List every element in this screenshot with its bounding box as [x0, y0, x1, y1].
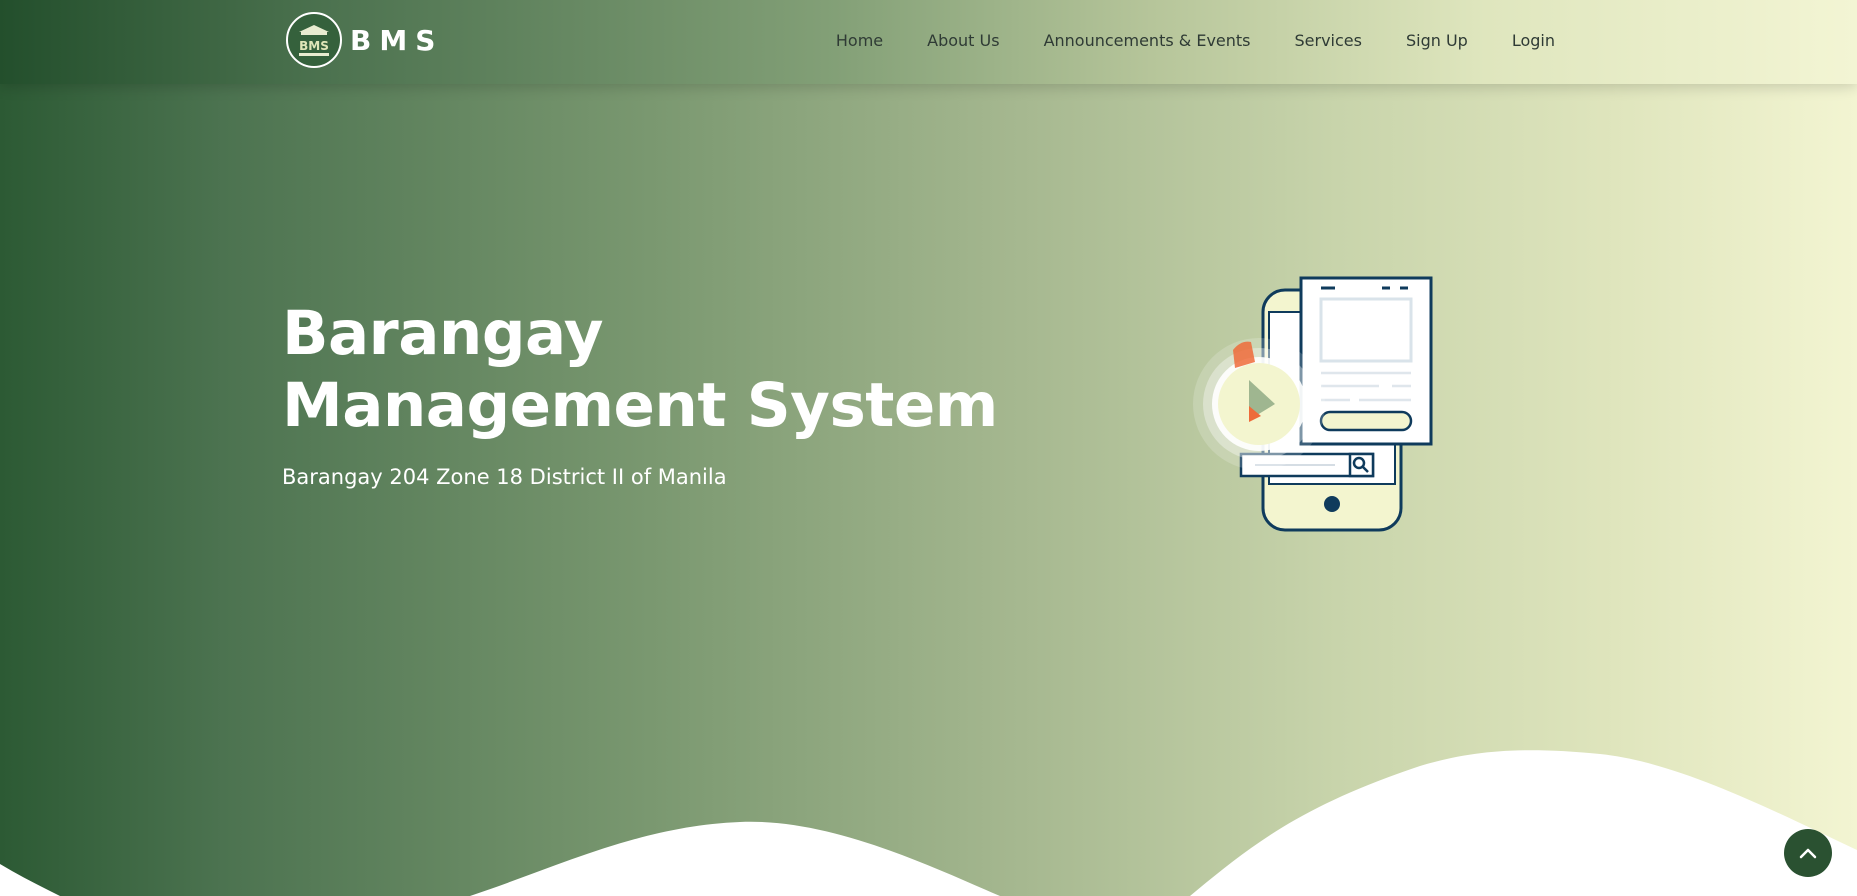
phone-home-button [1324, 496, 1340, 512]
nav-link-home[interactable]: Home [836, 31, 883, 50]
hero-title-line-2: Management System [282, 370, 998, 441]
chevron-up-icon [1799, 848, 1817, 859]
hero-wave-divider [0, 750, 1857, 896]
brand-logo-link[interactable]: BMS BMS [286, 12, 443, 68]
nav-link-sign-up[interactable]: Sign Up [1406, 31, 1468, 50]
hero-subtitle: Barangay 204 Zone 18 District II of Mani… [282, 465, 727, 489]
nav-menu: Home About Us Announcements & Events Ser… [792, 0, 1555, 80]
brand-text: BMS [350, 23, 444, 57]
hero-illustration [1193, 276, 1433, 532]
scroll-to-top-button[interactable] [1784, 829, 1832, 877]
nav-link-about-us[interactable]: About Us [927, 31, 999, 50]
document-button-illustration [1319, 410, 1413, 432]
building-icon: BMS [299, 25, 329, 56]
nav-link-login[interactable]: Login [1512, 31, 1555, 50]
bms-logo: BMS [286, 12, 342, 68]
nav-link-services[interactable]: Services [1295, 31, 1362, 50]
hero-title: Barangay Management System [282, 298, 998, 442]
navbar: BMS BMS Home About Us Announcements & Ev… [0, 0, 1857, 84]
logo-letters: BMS [299, 39, 329, 53]
hero-title-line-1: Barangay [282, 298, 604, 369]
play-icon[interactable] [1193, 338, 1325, 470]
search-icon [1348, 452, 1375, 478]
nav-link-announcements-events[interactable]: Announcements & Events [1044, 31, 1251, 50]
